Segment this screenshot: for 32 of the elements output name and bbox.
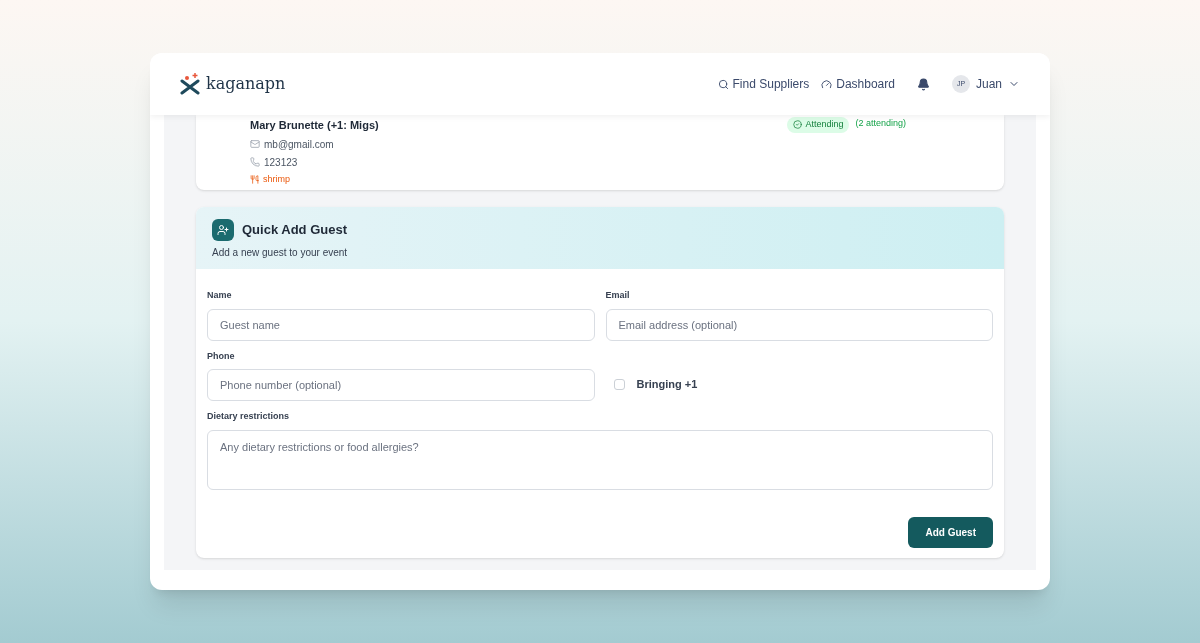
card-subtitle: Add a new guest to your event — [212, 246, 349, 260]
input-field[interactable]: Email address (optional) — [605, 308, 993, 341]
guest-email: mb@gmail.com — [264, 137, 334, 152]
field-label: Dietary restrictions — [207, 410, 291, 423]
nav-link[interactable]: Dashboard — [821, 75, 895, 93]
bell-icon[interactable] — [916, 77, 930, 91]
guest-phone: 123123 — [264, 155, 298, 170]
utensils-icon — [250, 174, 259, 184]
user-plus-icon — [212, 219, 234, 241]
logo-icon — [180, 73, 200, 95]
mail-icon — [250, 139, 260, 149]
nav-link[interactable]: Find Suppliers — [717, 75, 810, 93]
gauge-icon — [821, 78, 833, 90]
field-label: Email — [605, 289, 631, 302]
checkbox-label: Bringing +1 — [636, 377, 698, 392]
field-label: Name — [207, 289, 233, 302]
user-name: Juan — [975, 76, 1002, 93]
checkbox[interactable] — [613, 378, 625, 390]
card-title: Quick Add Guest — [242, 221, 347, 240]
guest-name: Mary Brunette (+1: Migs) — [250, 118, 379, 133]
attending-count: (2 attending) — [855, 117, 906, 130]
dietary-note: shrimp — [263, 172, 290, 186]
field-label: Phone — [207, 349, 236, 363]
search-icon — [717, 78, 729, 90]
input-field[interactable]: Guest name — [207, 308, 595, 341]
input-field[interactable]: Phone number (optional) — [207, 369, 595, 401]
logo-text[interactable]: kaganapn — [206, 72, 286, 96]
phone-icon — [250, 157, 260, 167]
status-badge: Attending — [787, 117, 850, 133]
check-icon — [793, 120, 803, 130]
add-guest-button[interactable]: Add Guest — [908, 516, 993, 548]
textarea-field[interactable]: Any dietary restrictions or food allergies? — [207, 429, 993, 490]
